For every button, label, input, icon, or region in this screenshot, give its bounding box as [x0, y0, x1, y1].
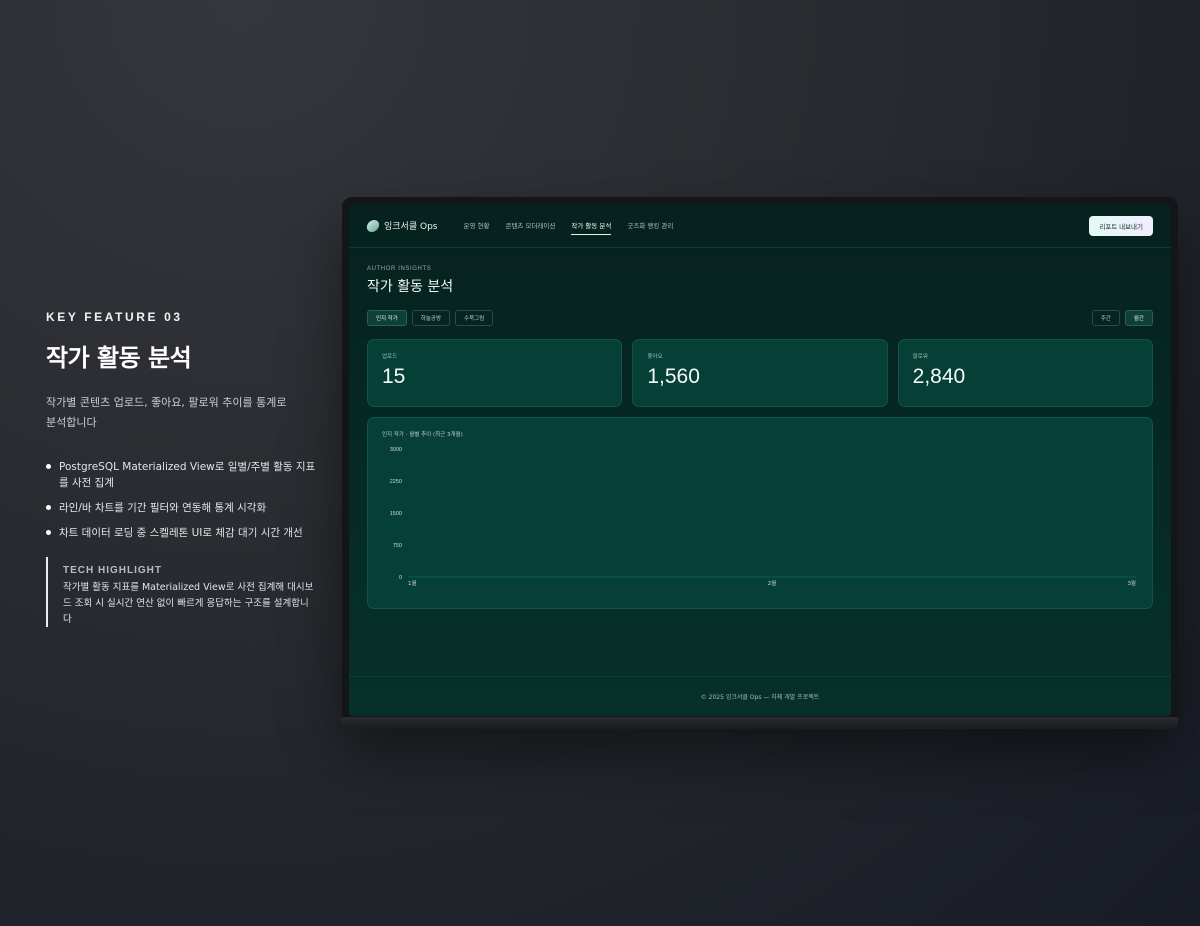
- filter-row: 인지 작가 하늘공방 수묵그림 주간 월간: [367, 310, 1153, 326]
- tech-highlight-title: TECH HIGHLIGHT: [63, 565, 162, 576]
- stat-card-uploads: 업로드 15: [367, 339, 623, 407]
- feature-bullet-list: PostgreSQL Materialized View로 일별/주별 활동 지…: [46, 459, 326, 541]
- brand-logo-icon: [365, 219, 381, 232]
- feature-description: 작가별 콘텐츠 업로드, 좋아요, 팔로워 추이를 통계로 분석합니다: [46, 396, 287, 429]
- tech-highlight-text: 작가별 활동 지표를 Materialized View로 사전 집계해 대시보…: [63, 582, 314, 625]
- laptop-frame: 잉크서클 Ops 운영 현황 콘텐츠 모더레이션 작가 활동 분석 굿즈화 랭킹…: [342, 197, 1178, 725]
- y-tick-label: 0: [399, 575, 402, 581]
- nav-links: 운영 현황 콘텐츠 모더레이션 작가 활동 분석 굿즈화 랭킹 관리: [463, 216, 673, 235]
- stat-card-followers: 팔로워 2,840: [897, 339, 1153, 407]
- page-title: 작가 활동 분석: [367, 279, 454, 295]
- x-tick-label: 3월: [1127, 579, 1136, 587]
- stat-cards: 업로드 15 좋아요 1,560 팔로워 2,840: [367, 339, 1153, 407]
- x-tick-label: 1월: [408, 579, 417, 587]
- nav-item-author-analytics[interactable]: 작가 활동 분석: [571, 216, 612, 235]
- stat-label: 좋아요: [647, 354, 663, 360]
- feature-bullet: PostgreSQL Materialized View로 일별/주별 활동 지…: [46, 459, 316, 491]
- stat-value: 15: [382, 365, 406, 388]
- feature-bullet: 라인/바 차트를 기간 필터와 연동해 통계 시각화: [46, 500, 316, 516]
- trend-chart: 3000 2250 1500 750 0 1월 2월 3월: [390, 447, 1136, 587]
- laptop-base: [342, 717, 1178, 729]
- main-content: AUTHOR INSIGHTS 작가 활동 분석 인지 작가 하늘공방 수묵그림…: [349, 266, 1171, 609]
- y-tick-label: 1500: [390, 511, 402, 517]
- stat-value: 1,560: [647, 365, 700, 388]
- y-tick-label: 2250: [390, 479, 402, 485]
- page-eyebrow: AUTHOR INSIGHTS: [367, 266, 432, 272]
- y-tick-label: 750: [393, 543, 402, 549]
- feature-kicker: KEY FEATURE 03: [46, 310, 183, 324]
- top-nav: 잉크서클 Ops 운영 현황 콘텐츠 모더레이션 작가 활동 분석 굿즈화 랭킹…: [349, 204, 1171, 248]
- y-tick-label: 3000: [390, 447, 402, 453]
- stat-card-likes: 좋아요 1,560: [632, 339, 888, 407]
- period-chip-weekly[interactable]: 주간: [1091, 310, 1120, 326]
- app-footer: © 2025 잉크서클 Ops — 자체 개발 프로젝트: [349, 676, 1171, 716]
- stat-label: 팔로워: [912, 354, 928, 360]
- tech-highlight: TECH HIGHLIGHT 작가별 활동 지표를 Materialized V…: [46, 557, 316, 627]
- author-filter: 인지 작가 하늘공방 수묵그림: [367, 310, 494, 326]
- stat-value: 2,840: [912, 365, 966, 388]
- brand-name: 잉크서클 Ops: [384, 222, 438, 232]
- feature-title: 작가 활동 분석: [46, 344, 192, 372]
- app-screen: 잉크서클 Ops 운영 현황 콘텐츠 모더레이션 작가 활동 분석 굿즈화 랭킹…: [349, 204, 1171, 716]
- trend-chart-card: 인지 작가 · 월별 추이 (최근 3개월) 3000 2250 1500 750 0 1…: [367, 417, 1153, 609]
- nav-item-goods-ranking[interactable]: 굿즈화 랭킹 관리: [627, 216, 673, 235]
- period-filter: 주간 월간: [1091, 310, 1153, 326]
- feature-bullet: 차트 데이터 로딩 중 스켈레톤 UI로 체감 대기 시간 개선: [46, 525, 316, 541]
- x-tick-label: 2월: [768, 579, 777, 587]
- author-chip[interactable]: 하늘공방: [411, 310, 451, 326]
- nav-item-operations[interactable]: 운영 현황: [463, 216, 489, 235]
- export-report-button[interactable]: 리포트 내보내기: [1089, 216, 1153, 236]
- period-chip-monthly[interactable]: 월간: [1124, 310, 1153, 326]
- author-chip[interactable]: 인지 작가: [367, 310, 407, 326]
- author-chip[interactable]: 수묵그림: [455, 310, 494, 326]
- brand[interactable]: 잉크서클 Ops: [365, 219, 438, 232]
- nav-item-moderation[interactable]: 콘텐츠 모더레이션: [505, 216, 555, 235]
- stat-label: 업로드: [382, 354, 398, 360]
- feature-panel: KEY FEATURE 03 작가 활동 분석 작가별 콘텐츠 업로드, 좋아요…: [46, 310, 326, 627]
